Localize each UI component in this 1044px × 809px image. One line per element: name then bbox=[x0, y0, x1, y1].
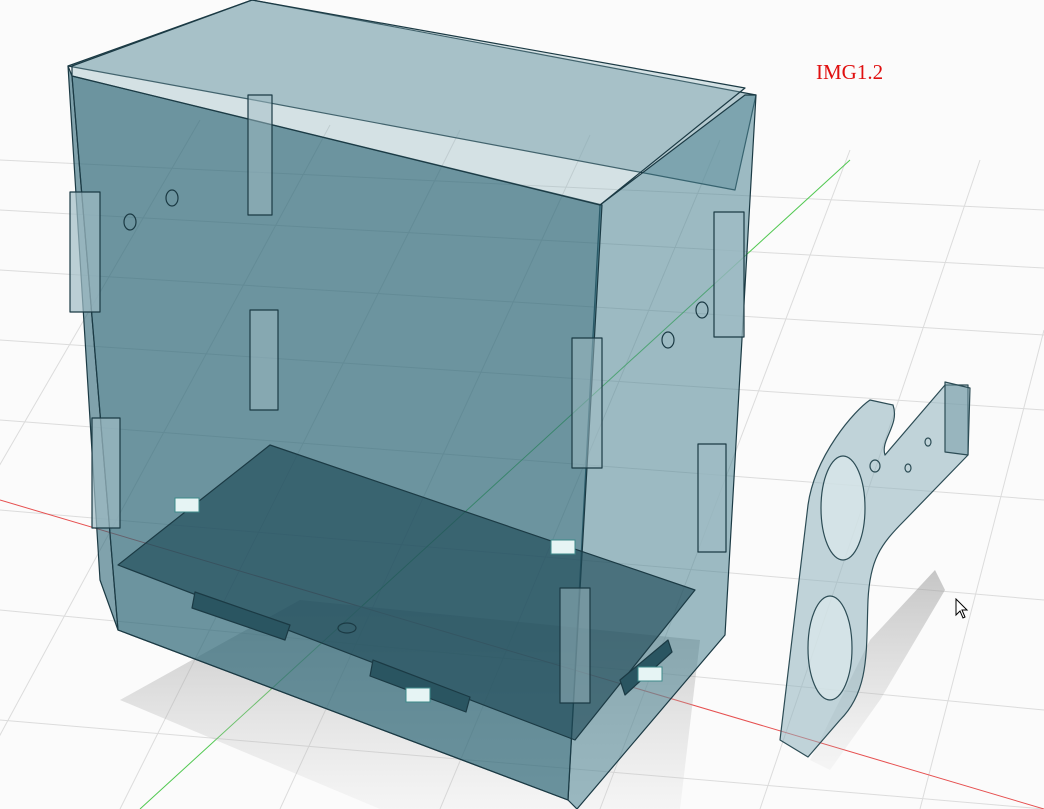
front-slot-lower bbox=[559, 587, 591, 704]
bracket-side-face bbox=[944, 381, 971, 456]
arrow-cursor-icon bbox=[955, 598, 969, 619]
model-canvas[interactable] bbox=[0, 0, 1044, 809]
bracket-hole-upper bbox=[820, 455, 866, 561]
bracket-hole-lower bbox=[807, 595, 853, 701]
right-tab-lower bbox=[697, 443, 727, 553]
image-label: IMG1.2 bbox=[816, 60, 884, 84]
joint-marker-2[interactable] bbox=[550, 539, 576, 555]
front-slot-upper bbox=[571, 337, 603, 469]
joint-marker-3[interactable] bbox=[405, 687, 431, 703]
joint-marker-4[interactable] bbox=[637, 666, 663, 682]
cad-viewport[interactable]: IMG1.2 bbox=[0, 0, 1044, 809]
left-tab-upper bbox=[69, 191, 101, 313]
center-slot-lower bbox=[249, 309, 279, 411]
right-tab-upper bbox=[713, 211, 745, 338]
joint-marker-1[interactable] bbox=[174, 497, 200, 513]
left-tab-lower bbox=[91, 417, 121, 529]
center-slot-upper bbox=[247, 94, 273, 216]
